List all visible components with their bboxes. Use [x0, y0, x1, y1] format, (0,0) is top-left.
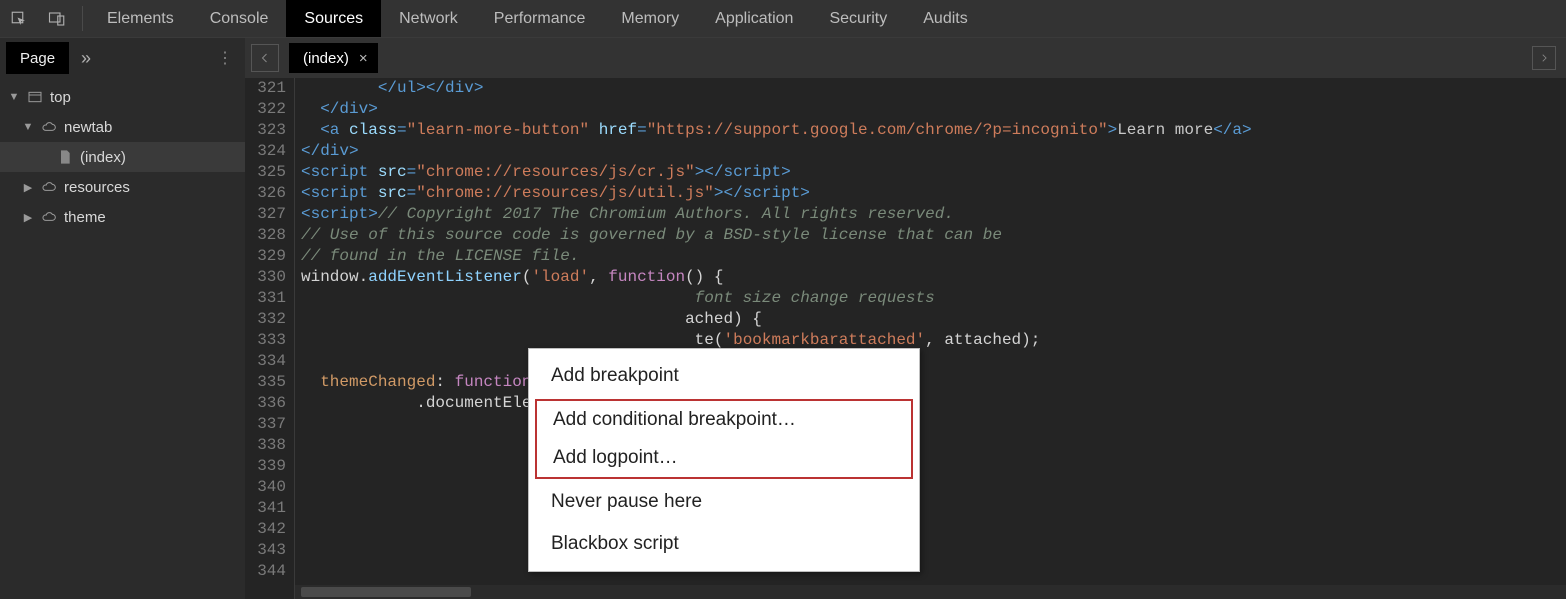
sidebar-more-tabs[interactable]: »: [81, 48, 91, 69]
code-lines[interactable]: </ul></div> </div> <a class="learn-more-…: [295, 78, 1566, 599]
horizontal-scrollbar[interactable]: [295, 585, 1566, 599]
sources-sidebar: Page » ⋮ ▼ top ▼ newtab (index) ▶ res: [0, 38, 245, 599]
twisty-down-icon: ▼: [8, 91, 20, 103]
sidebar-tab-page[interactable]: Page: [6, 42, 69, 74]
context-menu-item[interactable]: Add logpoint…: [537, 439, 911, 477]
tree-label: (index): [80, 149, 126, 166]
tree-row-domain[interactable]: ▼ newtab: [0, 112, 245, 142]
file-icon: [56, 148, 74, 166]
twisty-down-icon: ▼: [22, 121, 34, 133]
tab-memory[interactable]: Memory: [603, 0, 697, 37]
editor-nav-back-icon[interactable]: [251, 44, 279, 72]
context-menu-item[interactable]: Add conditional breakpoint…: [537, 401, 911, 439]
context-menu-item[interactable]: Add breakpoint: [529, 355, 919, 397]
tab-elements[interactable]: Elements: [89, 0, 192, 37]
devtools-tabbar: ElementsConsoleSourcesNetworkPerformance…: [0, 0, 1566, 38]
tab-console[interactable]: Console: [192, 0, 287, 37]
cloud-icon: [40, 118, 58, 136]
tree-row-file[interactable]: (index): [0, 142, 245, 172]
inspect-icon[interactable]: [0, 0, 38, 37]
editor-tab[interactable]: (index) ×: [289, 43, 378, 73]
cloud-icon: [40, 208, 58, 226]
tree-row-folder[interactable]: ▶ resources: [0, 172, 245, 202]
line-gutter[interactable]: 3213223233243253263273283293303313323333…: [245, 78, 295, 599]
device-toggle-icon[interactable]: [38, 0, 76, 37]
editor-tab-label: (index): [303, 50, 349, 67]
tree-label: top: [50, 89, 71, 106]
twisty-right-icon: ▶: [22, 211, 34, 224]
tab-performance[interactable]: Performance: [476, 0, 604, 37]
tree-row-folder[interactable]: ▶ theme: [0, 202, 245, 232]
context-menu-item[interactable]: Blackbox script: [529, 523, 919, 565]
tab-sources[interactable]: Sources: [286, 0, 381, 37]
context-menu-item[interactable]: Never pause here: [529, 481, 919, 523]
editor-nav-forward-icon[interactable]: [1532, 46, 1556, 70]
tab-network[interactable]: Network: [381, 0, 476, 37]
tree-label: resources: [64, 179, 130, 196]
editor: (index) × 321322323324325326327328329330…: [245, 38, 1566, 599]
sidebar-head: Page » ⋮: [0, 38, 245, 78]
twisty-right-icon: ▶: [22, 181, 34, 194]
tab-security[interactable]: Security: [811, 0, 905, 37]
tabbar-separator: [82, 6, 83, 31]
scrollbar-thumb[interactable]: [301, 587, 471, 597]
sidebar-menu-icon[interactable]: ⋮: [217, 48, 235, 68]
tree-label: theme: [64, 209, 106, 226]
tab-application[interactable]: Application: [697, 0, 811, 37]
tree-label: newtab: [64, 119, 112, 136]
tab-audits[interactable]: Audits: [905, 0, 985, 37]
tree-row-top[interactable]: ▼ top: [0, 82, 245, 112]
context-menu-highlight: Add conditional breakpoint…Add logpoint…: [535, 399, 913, 479]
editor-head: (index) ×: [245, 38, 1566, 78]
file-tree: ▼ top ▼ newtab (index) ▶ resources ▶: [0, 78, 245, 232]
cloud-icon: [40, 178, 58, 196]
window-icon: [26, 88, 44, 106]
context-menu: Add breakpoint Add conditional breakpoin…: [528, 348, 920, 572]
close-icon[interactable]: ×: [359, 50, 368, 67]
